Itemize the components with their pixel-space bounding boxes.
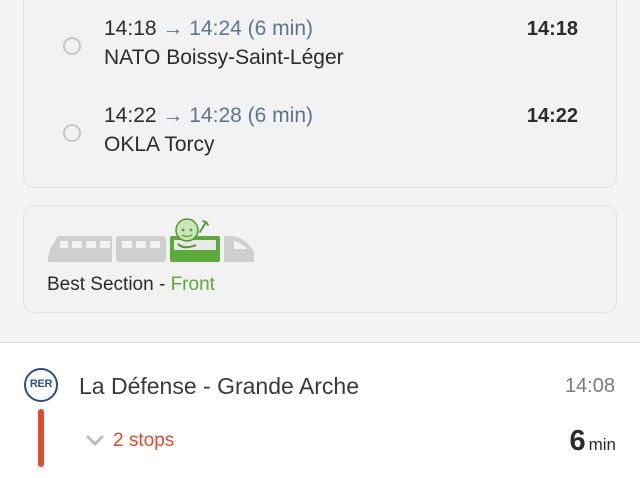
- arrow-icon: →: [162, 17, 184, 40]
- station-time: 14:08: [564, 375, 615, 397]
- train-car-icon: [116, 236, 166, 262]
- duration-number: 6: [569, 425, 586, 457]
- arrival-time: 14:28: [189, 104, 242, 127]
- best-section-prefix: Best Section -: [47, 274, 171, 295]
- departure-option[interactable]: 14:22 → 14:28 (6 min) OKLA Torcy 14:22: [24, 102, 616, 166]
- train-name: NATO Boissy-Saint-Léger: [104, 46, 344, 69]
- highlighted-car-icon: [170, 218, 220, 262]
- radio-button-icon[interactable]: [63, 37, 81, 55]
- chevron-down-icon: [86, 435, 104, 446]
- arrow-icon: →: [162, 104, 184, 127]
- trip-duration: (6 min): [247, 104, 313, 127]
- station-name: La Défense - Grande Arche: [79, 373, 359, 399]
- train-name: OKLA Torcy: [104, 133, 215, 156]
- top-panel: 14:18 → 14:24 (6 min) NATO Boissy-Saint-…: [0, 0, 640, 342]
- departure-time-right: 14:22: [526, 105, 578, 127]
- rer-line-badge: RER: [24, 368, 58, 402]
- arrival-time: 14:24: [189, 17, 242, 40]
- divider: [0, 342, 640, 343]
- best-section-label: Best Section - Front: [47, 272, 215, 298]
- trip-duration: (6 min): [247, 17, 313, 40]
- ride-duration: 6 min: [569, 424, 616, 463]
- departure-option[interactable]: 14:18 → 14:24 (6 min) NATO Boissy-Saint-…: [24, 15, 616, 79]
- train-car-icon: [224, 236, 254, 262]
- radio-button-icon[interactable]: [63, 124, 81, 142]
- train-car-icon: [48, 218, 254, 262]
- best-section-value: Front: [170, 274, 215, 295]
- departure-times: 14:18 → 14:24 (6 min): [104, 15, 313, 43]
- departure-time-right: 14:18: [526, 18, 578, 40]
- stops-label: 2 stops: [113, 430, 175, 451]
- best-section-card: Best Section - Front: [23, 205, 617, 313]
- departure-times: 14:22 → 14:28 (6 min): [104, 102, 313, 130]
- line-color-bar: [38, 409, 44, 467]
- departures-card: 14:18 → 14:24 (6 min) NATO Boissy-Saint-…: [23, 0, 617, 188]
- departure-time: 14:22: [104, 104, 157, 127]
- train-car-icon: [48, 236, 112, 262]
- stops-toggle[interactable]: 2 stops: [85, 428, 174, 454]
- duration-unit: min: [588, 435, 616, 454]
- departure-time: 14:18: [104, 17, 157, 40]
